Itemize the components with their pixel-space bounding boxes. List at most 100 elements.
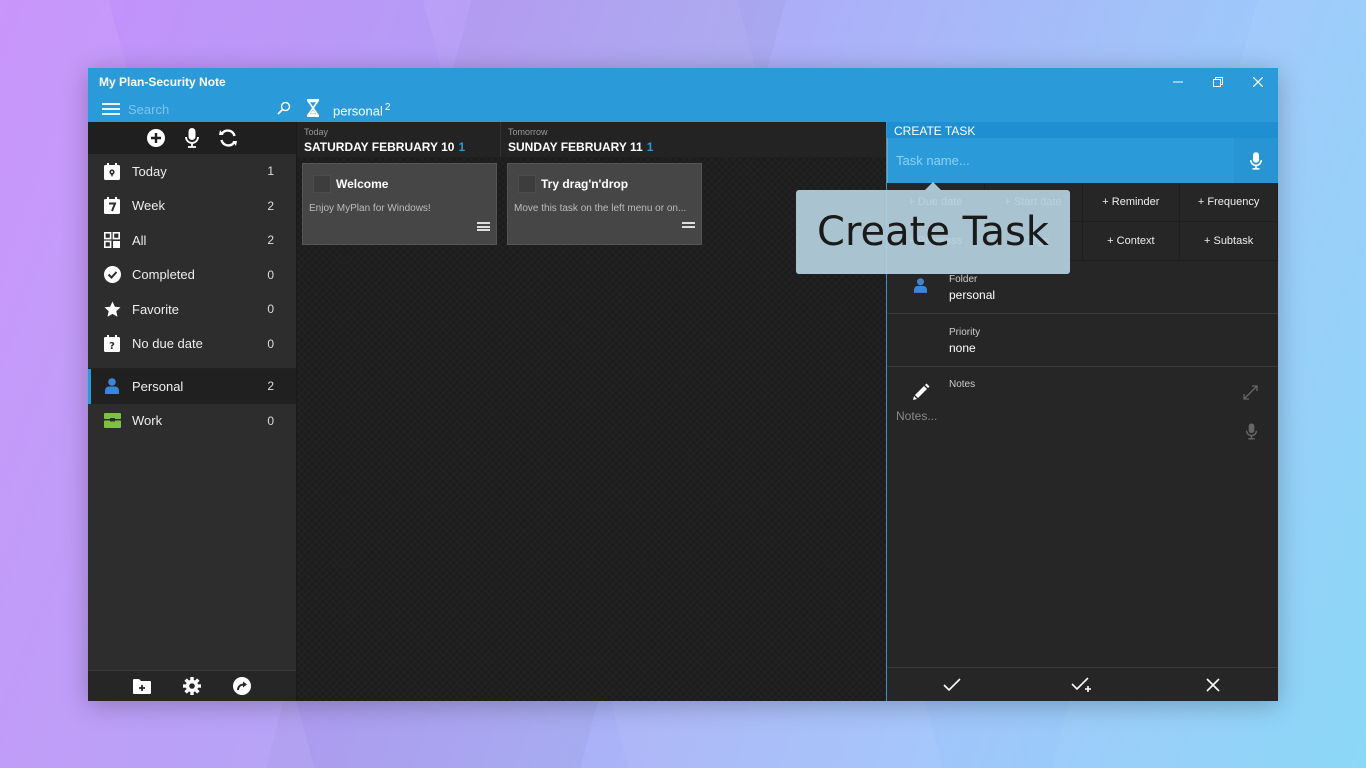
- add-icon: [147, 129, 165, 147]
- priority-label: Priority: [949, 327, 981, 338]
- window-title: My Plan-Security Note: [99, 75, 226, 89]
- task-title: Try drag'n'drop: [541, 177, 629, 191]
- panel-title: CREATE TASK: [887, 122, 1278, 138]
- panel-footer: [887, 667, 1278, 701]
- save-and-new-button[interactable]: [1017, 668, 1147, 701]
- priority-value: none: [949, 341, 976, 355]
- sidebar-item-week[interactable]: Week 2: [88, 189, 296, 224]
- cancel-button[interactable]: [1148, 668, 1278, 701]
- sidebar-item-all[interactable]: All 2: [88, 223, 296, 258]
- current-folder-count: 2: [384, 102, 391, 113]
- search-input[interactable]: [128, 98, 276, 120]
- task-description: Move this task on the left menu or on...: [514, 203, 687, 214]
- notes-input[interactable]: [887, 409, 1227, 649]
- add-subtask-button[interactable]: + Subtask: [1180, 222, 1278, 261]
- sidebar: Today 1 Week 2 All 2 Completed 0 Favorit…: [88, 122, 297, 701]
- toolbar: personal2: [88, 95, 1278, 122]
- sidebar-folder-work[interactable]: Work 0: [88, 404, 296, 439]
- person-icon: [103, 377, 121, 395]
- folder-value: personal: [949, 288, 996, 302]
- column-subtitle: Today: [304, 127, 329, 137]
- column-count: 1: [458, 140, 466, 154]
- minimize-button[interactable]: [1158, 68, 1198, 95]
- sidebar-item-label: Week: [132, 198, 165, 214]
- add-task-button[interactable]: [146, 128, 166, 148]
- sidebar-item-favorite[interactable]: Favorite 0: [88, 292, 296, 327]
- create-task-tooltip: Create Task: [796, 182, 1070, 274]
- sidebar-item-label: All: [132, 232, 147, 248]
- calendar-pin-icon: [103, 162, 121, 180]
- voice-input-button[interactable]: [182, 128, 202, 148]
- column-title: SATURDAY FEBRUARY 10 1: [304, 140, 465, 154]
- notes-label: Notes: [949, 379, 976, 390]
- settings-button[interactable]: [182, 676, 202, 696]
- sidebar-item-label: No due date: [132, 336, 203, 352]
- sidebar-item-completed[interactable]: Completed 0: [88, 258, 296, 293]
- search-icon[interactable]: [276, 100, 292, 116]
- share-button[interactable]: [232, 676, 252, 696]
- hourglass-icon: [306, 99, 320, 117]
- microphone-icon: [185, 128, 199, 148]
- check-plus-icon: [1071, 676, 1092, 692]
- sidebar-item-count: 1: [267, 164, 274, 179]
- toolbox-icon: [103, 412, 121, 430]
- column-date: SATURDAY FEBRUARY 10: [304, 140, 455, 154]
- close-window-button[interactable]: [1238, 68, 1278, 95]
- person-icon: [914, 278, 927, 293]
- notes-microphone-icon[interactable]: [1245, 423, 1258, 440]
- save-task-button[interactable]: [887, 668, 1017, 701]
- sidebar-item-no-due-date[interactable]: ? No due date 0: [88, 327, 296, 362]
- star-icon: [103, 300, 121, 318]
- drag-handle-icon[interactable]: [682, 222, 695, 230]
- sidebar-item-label: Work: [132, 413, 163, 429]
- add-folder-button[interactable]: [132, 676, 152, 696]
- close-icon: [1253, 76, 1263, 87]
- microphone-icon: [1249, 151, 1263, 170]
- current-folder-name: personal: [333, 103, 383, 119]
- sidebar-item-count: 0: [267, 336, 274, 351]
- expand-icon[interactable]: [1243, 385, 1258, 400]
- sidebar-divider: [88, 361, 296, 369]
- hamburger-menu-button[interactable]: [102, 103, 120, 115]
- task-name-voice-button[interactable]: [1234, 138, 1278, 183]
- task-checkbox[interactable]: [313, 175, 331, 193]
- task-card[interactable]: Try drag'n'drop Move this task on the le…: [507, 163, 702, 245]
- sidebar-folder-personal[interactable]: Personal 2: [88, 369, 296, 404]
- add-context-button[interactable]: + Context: [1082, 222, 1181, 261]
- maximize-button[interactable]: [1198, 68, 1238, 95]
- sidebar-item-count: 0: [267, 302, 274, 317]
- sidebar-item-label: Today: [132, 163, 167, 179]
- priority-field[interactable]: Priority none: [887, 314, 1278, 367]
- sidebar-item-count: 2: [267, 233, 274, 248]
- task-name-input[interactable]: [887, 138, 1235, 183]
- grid-icon: [103, 231, 121, 249]
- column-title: SUNDAY FEBRUARY 11 1: [508, 140, 653, 154]
- calendar-question-icon: ?: [103, 335, 121, 353]
- column-count: 1: [646, 140, 654, 154]
- sidebar-item-count: 0: [267, 413, 274, 428]
- sidebar-item-today[interactable]: Today 1: [88, 154, 296, 189]
- add-reminder-button[interactable]: + Reminder: [1082, 183, 1181, 222]
- minimize-icon: [1173, 81, 1183, 82]
- add-frequency-button[interactable]: + Frequency: [1180, 183, 1278, 222]
- sync-icon: [219, 129, 237, 147]
- task-description: Enjoy MyPlan for Windows!: [309, 203, 431, 214]
- column-header-today: Today SATURDAY FEBRUARY 10 1: [297, 122, 501, 157]
- sidebar-item-label: Favorite: [132, 301, 179, 317]
- folder-label: Folder: [949, 274, 978, 285]
- sidebar-item-count: 2: [267, 379, 274, 394]
- check-icon: [943, 677, 961, 691]
- svg-text:?: ?: [109, 341, 115, 352]
- sidebar-item-count: 0: [267, 267, 274, 282]
- share-icon: [233, 677, 251, 695]
- current-folder-label[interactable]: personal 2: [333, 102, 390, 118]
- sync-button[interactable]: [218, 128, 238, 148]
- add-folder-icon: [133, 679, 151, 694]
- check-circle-icon: [103, 266, 121, 284]
- drag-handle-icon[interactable]: [477, 222, 490, 231]
- task-checkbox[interactable]: [518, 175, 536, 193]
- task-title: Welcome: [336, 177, 389, 191]
- task-card[interactable]: Welcome Enjoy MyPlan for Windows!: [302, 163, 497, 245]
- sidebar-item-label: Personal: [132, 378, 184, 394]
- sidebar-footer: [88, 670, 296, 701]
